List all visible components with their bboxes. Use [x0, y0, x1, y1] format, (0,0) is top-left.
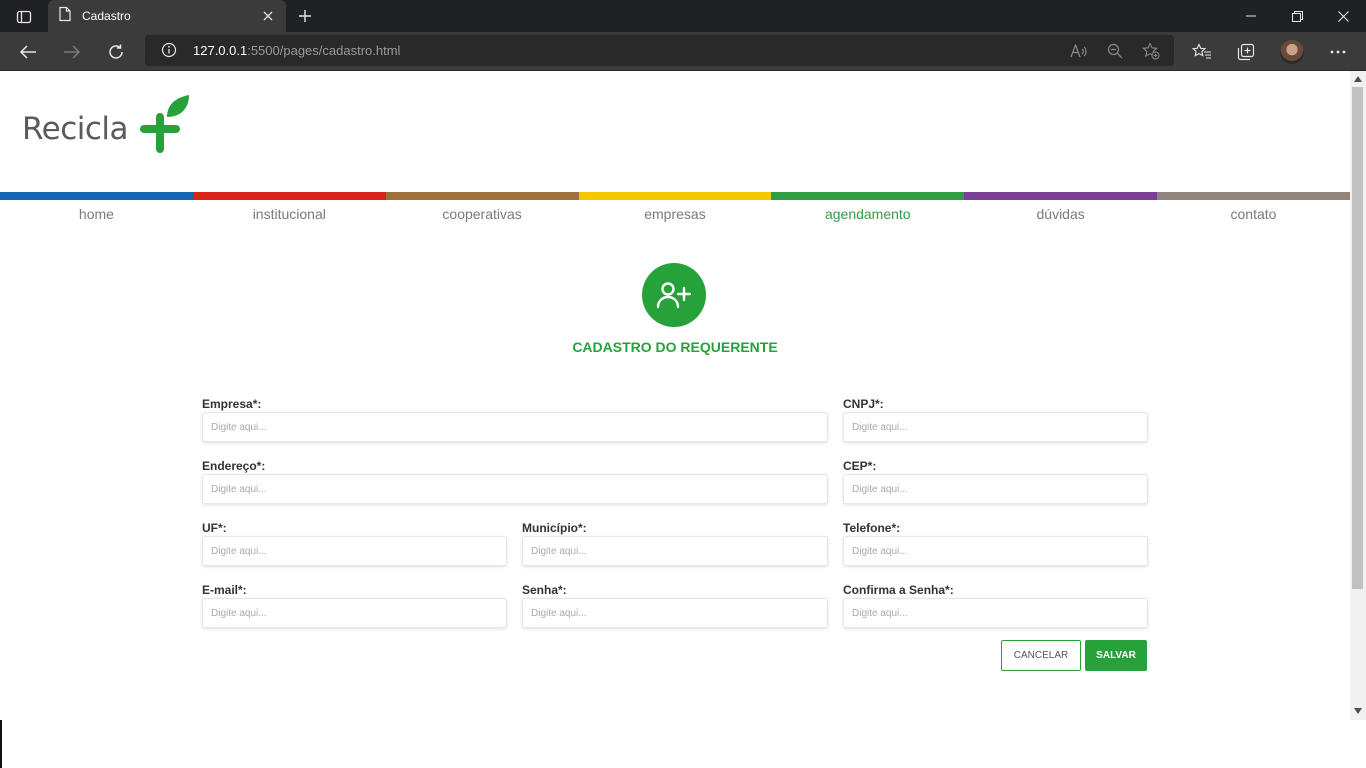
cep-label: CEP*: — [843, 459, 877, 473]
title-bar: Cadastro — [0, 0, 1366, 32]
page-viewport: Recicla home institucional cooperativas … — [0, 71, 1350, 720]
close-tab-icon[interactable] — [260, 8, 276, 24]
confirma-senha-label: Confirma a Senha*: — [843, 583, 954, 597]
menu-label: cooperativas — [442, 206, 522, 222]
new-tab-button[interactable] — [294, 5, 316, 27]
scroll-thumb[interactable] — [1352, 87, 1363, 589]
menu-label: agendamento — [824, 206, 911, 222]
cep-input[interactable] — [843, 474, 1148, 504]
telefone-input[interactable] — [843, 536, 1148, 566]
uf-label: UF*: — [202, 521, 227, 535]
url-text[interactable]: 127.0.0.1:5500/pages/cadastro.html — [193, 43, 400, 58]
menu-color-bar — [0, 192, 193, 200]
confirma-senha-input[interactable] — [843, 598, 1148, 628]
cnpj-label: CNPJ*: — [843, 397, 884, 411]
municipio-input[interactable] — [522, 536, 828, 566]
empresa-label: Empresa*: — [202, 397, 262, 411]
uf-input[interactable] — [202, 536, 507, 566]
tab-title: Cadastro — [82, 9, 131, 23]
menu-label: empresas — [644, 206, 706, 222]
close-window-icon[interactable] — [1332, 6, 1354, 26]
below-viewport-area — [0, 720, 1366, 768]
site-logo[interactable]: Recicla — [22, 93, 190, 153]
page-icon — [58, 6, 72, 27]
minimize-icon[interactable] — [1240, 6, 1262, 26]
window-edge — [0, 720, 2, 768]
cancel-button[interactable]: CANCELAR — [1001, 640, 1081, 671]
favorites-icon[interactable] — [1191, 41, 1213, 63]
email-input[interactable] — [202, 598, 507, 628]
profile-avatar[interactable] — [1280, 40, 1304, 64]
telefone-label: Telefone*: — [843, 521, 901, 535]
menu-color-bar — [578, 192, 772, 200]
forward-icon[interactable] — [60, 40, 84, 64]
menu-item-duvidas[interactable]: dúvidas — [964, 192, 1158, 222]
zoom-icon[interactable] — [1106, 42, 1124, 60]
menu-label: dúvidas — [1036, 206, 1085, 222]
menu-item-home[interactable]: home — [0, 192, 193, 222]
add-user-icon — [642, 263, 706, 327]
cnpj-input[interactable] — [843, 412, 1148, 442]
logo-text: Recicla — [22, 111, 129, 147]
read-aloud-icon[interactable] — [1070, 42, 1088, 60]
menu-label: home — [78, 206, 114, 222]
email-label: E-mail*: — [202, 583, 247, 597]
menu-item-agendamento[interactable]: agendamento — [771, 192, 965, 222]
senha-input[interactable] — [522, 598, 828, 628]
menu-color-bar — [771, 192, 965, 200]
endereco-label: Endereço*: — [202, 459, 266, 473]
leaf-plus-icon — [130, 93, 190, 153]
municipio-label: Município*: — [522, 521, 587, 535]
menu-item-cooperativas[interactable]: cooperativas — [385, 192, 579, 222]
tab-list-icon[interactable] — [10, 6, 38, 28]
menu-label: institucional — [252, 206, 326, 222]
menu-color-bar — [192, 192, 386, 200]
collections-icon[interactable] — [1235, 41, 1257, 63]
menu-color-bar — [1157, 192, 1350, 200]
info-icon[interactable] — [161, 42, 177, 58]
save-button[interactable]: SALVAR — [1085, 640, 1147, 671]
menu-label: contato — [1230, 206, 1277, 222]
browser-toolbar: 127.0.0.1:5500/pages/cadastro.html — [0, 32, 1366, 71]
menu-item-institucional[interactable]: institucional — [192, 192, 386, 222]
menu-color-bar — [964, 192, 1158, 200]
main-menu: home institucional cooperativas empresas… — [0, 192, 1350, 222]
page-scrollbar[interactable] — [1350, 71, 1366, 720]
address-bar[interactable]: 127.0.0.1:5500/pages/cadastro.html — [145, 35, 1174, 66]
browser-tab[interactable]: Cadastro — [48, 0, 286, 32]
empresa-input[interactable] — [202, 412, 828, 442]
add-favorite-icon[interactable] — [1142, 42, 1160, 60]
scroll-up-icon[interactable] — [1354, 75, 1362, 83]
senha-label: Senha*: — [522, 583, 567, 597]
endereco-input[interactable] — [202, 474, 828, 504]
back-icon[interactable] — [16, 40, 40, 64]
refresh-icon[interactable] — [104, 40, 128, 64]
menu-item-empresas[interactable]: empresas — [578, 192, 772, 222]
scroll-down-icon[interactable] — [1354, 707, 1362, 715]
menu-item-contato[interactable]: contato — [1157, 192, 1350, 222]
form-title: CADASTRO DO REQUERENTE — [572, 339, 778, 355]
menu-color-bar — [385, 192, 579, 200]
restore-icon[interactable] — [1286, 6, 1308, 26]
more-icon[interactable] — [1327, 41, 1349, 63]
